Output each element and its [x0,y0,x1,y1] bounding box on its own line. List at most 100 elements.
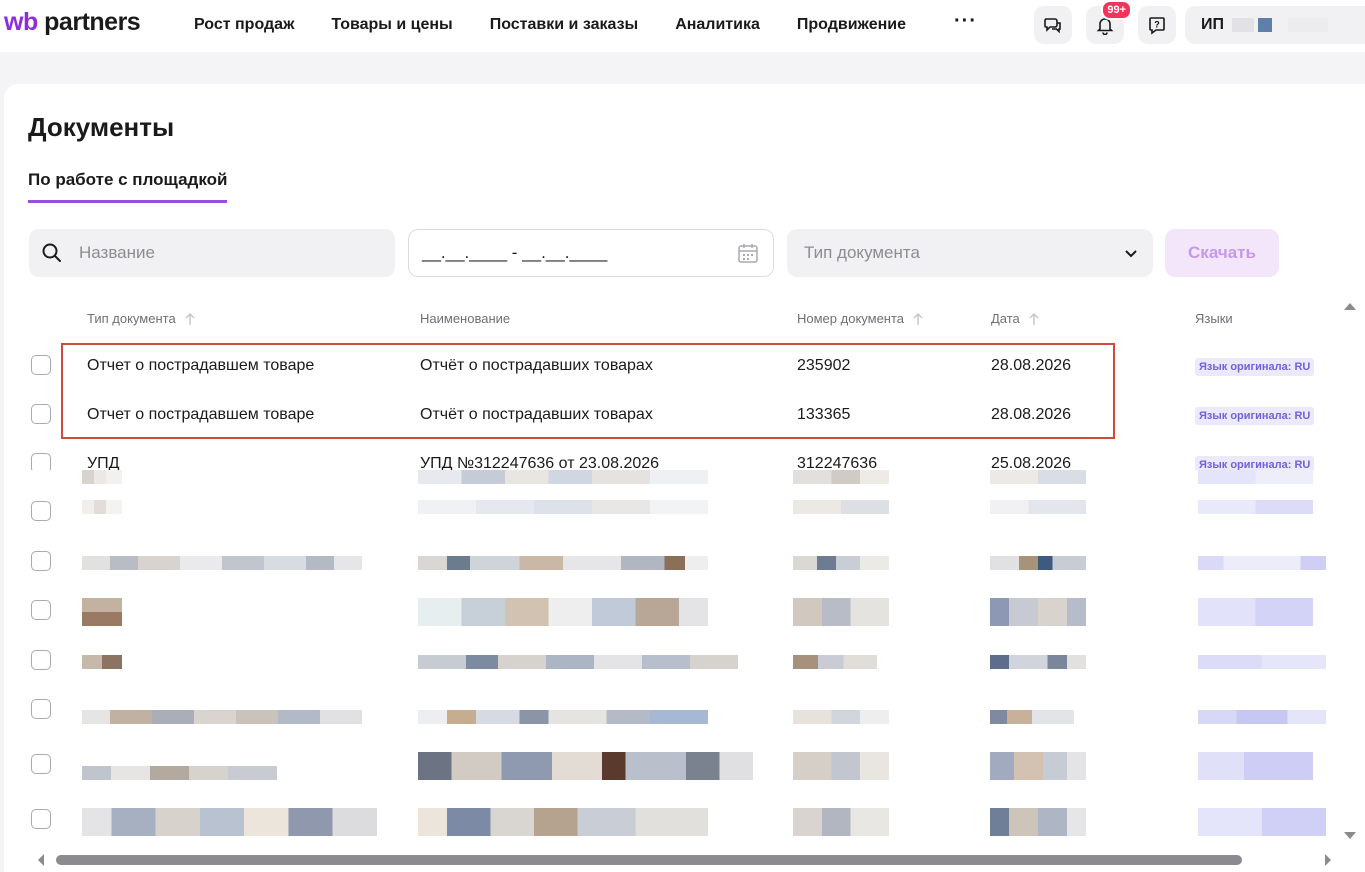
redacted-cell [1198,710,1326,724]
search-box [29,229,395,277]
redacted-cell [1198,470,1313,484]
download-button[interactable]: Скачать [1165,229,1279,277]
tab-platform-work[interactable]: По работе с площадкой [28,170,228,203]
notifications-button[interactable]: 99+ [1086,0,1132,44]
sort-arrow-icon[interactable] [912,312,924,326]
row-checkbox[interactable] [31,453,51,470]
column-header-languages: Языки [1195,311,1233,326]
row-checkbox[interactable] [31,699,51,719]
column-header-label: Дата [991,311,1020,326]
row-checkbox[interactable] [31,600,51,620]
redacted-cell [990,808,1086,836]
row-checkbox[interactable] [31,404,51,424]
column-header-label: Наименование [420,311,511,326]
column-header-label: Тип документа [87,311,176,326]
redacted-cell [418,470,708,484]
cell-name[interactable]: УПД №312247636 от 23.08.2026 [420,455,659,470]
redacted-cell [990,500,1086,514]
redacted-cell [1198,752,1313,780]
redacted-cell [1198,808,1326,836]
nav-promotion[interactable]: Продвижение [797,16,906,34]
search-icon [42,243,61,262]
redacted-cell [990,752,1086,780]
redacted-cell [418,752,753,780]
sort-arrow-icon[interactable] [1028,312,1040,326]
redacted-cell [793,752,889,780]
row-checkbox[interactable] [31,355,51,375]
doc-type-placeholder: Тип документа [804,243,920,262]
row-checkbox[interactable] [31,754,51,774]
top-bar: wb partners Рост продаж Товары и цены По… [0,0,1365,52]
help-chat-icon: ? [1149,17,1165,35]
nav-analytics[interactable]: Аналитика [675,16,760,34]
horizontal-scrollbar[interactable] [56,855,1242,865]
redacted-cell [82,470,122,484]
column-header-number[interactable]: Номер документа [797,311,924,326]
account-name-redacted [1258,18,1272,32]
redacted-cell [1198,500,1313,514]
chat-icon [1044,18,1061,34]
chevron-down-icon [1125,250,1137,258]
redacted-cell [793,598,889,626]
scroll-up-icon[interactable] [1343,300,1357,312]
more-menu-icon[interactable]: ··· [954,10,977,33]
search-input[interactable] [79,243,359,263]
redacted-cell [990,655,1086,669]
row-checkbox[interactable] [31,501,51,521]
column-header-date[interactable]: Дата [991,311,1040,326]
doc-type-select[interactable]: Тип документа [787,229,1153,277]
sort-arrow-icon[interactable] [184,312,196,326]
table-row[interactable]: УПД УПД №312247636 от 23.08.2026 3122476… [0,444,1340,470]
row-checkbox[interactable] [31,650,51,670]
scroll-left-icon[interactable] [36,852,46,868]
date-range-input[interactable]: __.__.____ - __.__.____ [408,229,774,277]
redacted-cell [990,710,1074,724]
redacted-cell [82,556,362,570]
row-checkbox[interactable] [31,809,51,829]
redacted-cell [418,710,708,724]
redacted-cell [82,598,122,626]
cell-date: 25.08.2026 [991,455,1072,470]
column-header-type[interactable]: Тип документа [87,311,196,326]
redacted-cell [418,655,738,669]
nav-sales-growth[interactable]: Рост продаж [194,16,294,34]
redacted-cell [1198,556,1326,570]
redacted-cell [418,598,708,626]
language-badge: Язык оригинала: RU [1195,358,1315,376]
redacted-cell [990,556,1086,570]
date-range-value: __.__.____ - __.__.____ [422,243,608,262]
row-checkbox[interactable] [31,551,51,571]
cell-type: УПД [87,455,120,470]
page-title: Документы [28,112,175,142]
language-badge: Язык оригинала: RU [1195,407,1315,425]
svg-text:?: ? [1154,20,1160,30]
column-header-name: Наименование [420,311,510,326]
account-menu[interactable]: ИП [1185,6,1365,44]
column-header-label: Языки [1195,311,1233,326]
chat-button[interactable] [1034,6,1072,44]
redacted-cell [82,710,362,724]
logo-partners: partners [37,8,141,36]
scroll-right-icon[interactable] [1323,852,1333,868]
redacted-cell [82,500,122,514]
redacted-cell [793,655,877,669]
nav-supplies-orders[interactable]: Поставки и заказы [490,16,638,34]
main-nav: Рост продаж Товары и цены Поставки и зак… [194,16,943,34]
redacted-cell [418,808,708,836]
redacted-cell [1198,598,1313,626]
nav-products-prices[interactable]: Товары и цены [331,16,452,34]
language-badge: Язык оригинала: RU [1195,456,1315,470]
help-button[interactable]: ? [1138,6,1176,44]
logo[interactable]: wb partners [4,8,141,37]
redacted-cell [793,470,889,484]
notifications-badge: 99+ [1101,0,1132,20]
redacted-cell [793,710,889,724]
redacted-cell [418,556,708,570]
redacted-cell [82,766,277,780]
account-label: ИП [1201,16,1224,33]
redacted-cell [418,500,708,514]
cell-number: 312247636 [797,455,878,470]
scroll-down-icon[interactable] [1343,830,1357,842]
redacted-cell [793,500,889,514]
calendar-icon[interactable] [737,242,759,264]
